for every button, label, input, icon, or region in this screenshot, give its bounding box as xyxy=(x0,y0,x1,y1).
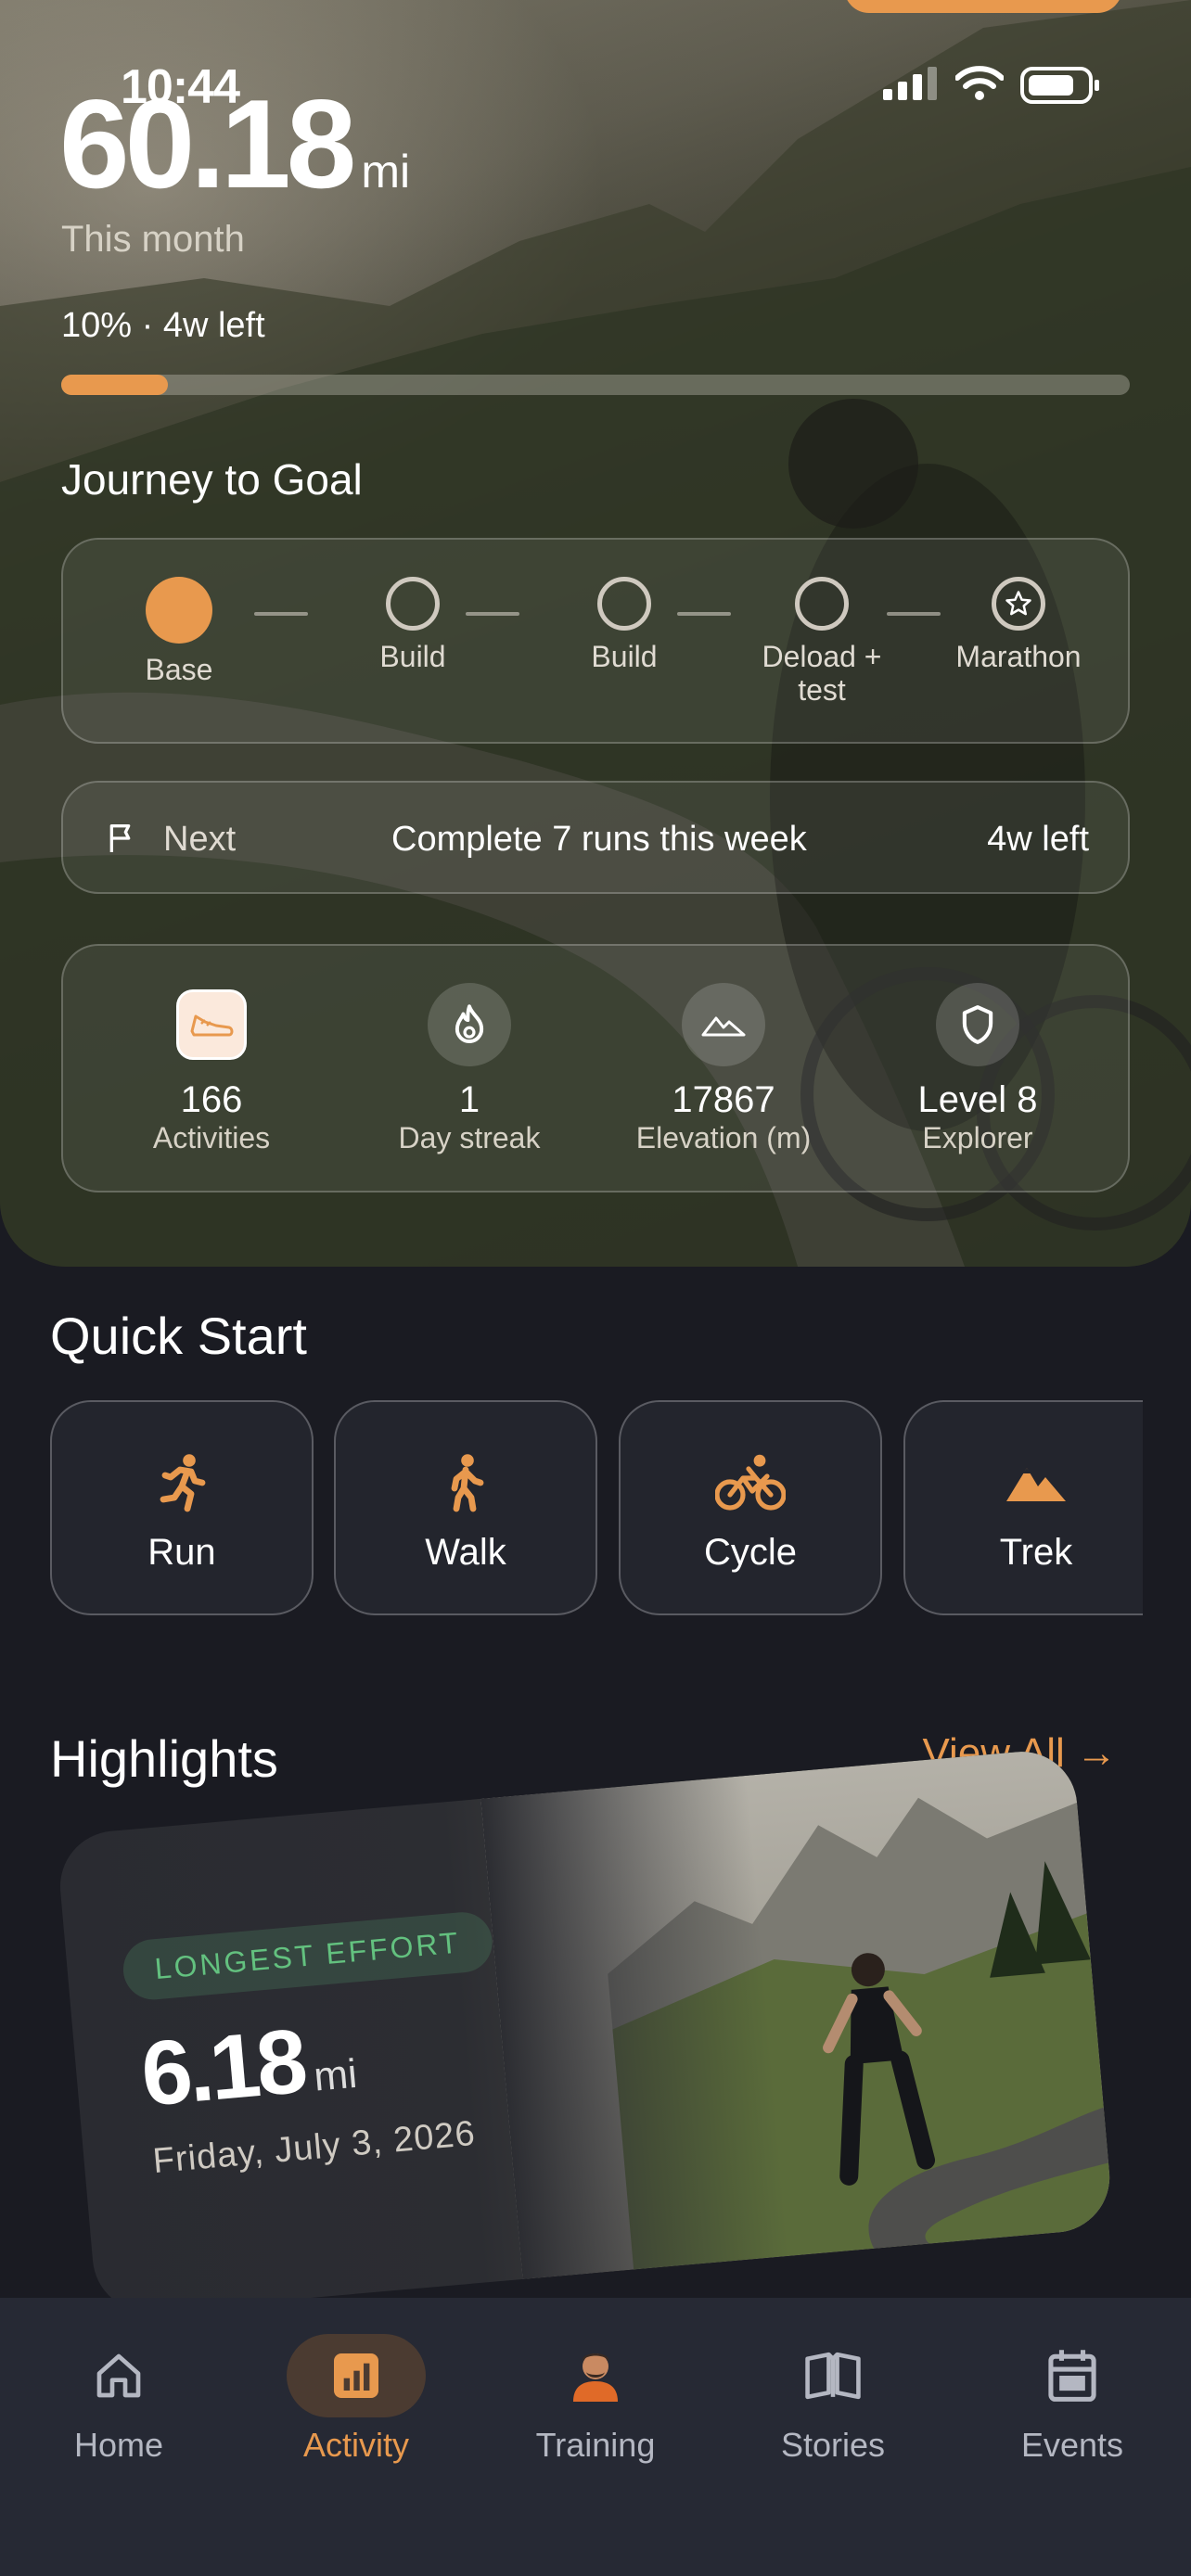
highlight-card-longest-effort[interactable]: LONGEST EFFORT 6.18 mi Friday, July 3, 20… xyxy=(56,1747,1115,2317)
stats-summary: 166 Activities 1 Day streak 17867 Elevat… xyxy=(61,944,1130,1192)
stat-value: 17867 xyxy=(672,1079,775,1120)
stat-activities[interactable]: 166 Activities xyxy=(91,983,332,1155)
stat-level[interactable]: Level 8 Explorer xyxy=(857,983,1098,1155)
step-pending-dot xyxy=(386,577,440,631)
cycle-icon xyxy=(621,1450,880,1515)
quick-start-label: Run xyxy=(147,1532,216,1573)
journey-step-deload[interactable]: Deload + test xyxy=(729,577,915,707)
book-icon xyxy=(731,2339,935,2413)
journey-stepper: Base Build Build Deload + test Marathon xyxy=(61,538,1130,744)
goal-progress-bar xyxy=(61,375,1130,395)
stat-value: 166 xyxy=(180,1079,243,1120)
highlight-date: Friday, July 3, 2026 xyxy=(151,2113,478,2182)
highlight-unit: mi xyxy=(312,2050,359,2100)
quick-start-label: Trek xyxy=(999,1532,1073,1573)
journey-step-marathon[interactable]: Marathon xyxy=(944,577,1093,673)
next-goal-banner[interactable]: Next Complete 7 runs this week 4w left xyxy=(61,781,1130,894)
star-icon xyxy=(992,577,1045,631)
step-label: Build xyxy=(379,640,446,673)
step-complete-dot xyxy=(146,577,212,644)
step-label: Build xyxy=(591,640,658,673)
highlight-value: 6.18 xyxy=(136,2009,308,2125)
stat-streak[interactable]: 1 Day streak xyxy=(349,983,590,1155)
period-label: This month xyxy=(61,219,245,260)
quick-start-title: Quick Start xyxy=(50,1307,307,1365)
calendar-icon xyxy=(970,2339,1174,2413)
stat-label: Explorer xyxy=(922,1121,1033,1154)
next-message: Complete 7 runs this week xyxy=(391,820,807,859)
journey-step-base[interactable]: Base xyxy=(119,577,239,686)
home-icon xyxy=(17,2339,221,2413)
battery-icon xyxy=(1020,67,1099,104)
step-label: Marathon xyxy=(955,640,1082,673)
tab-label: Home xyxy=(73,2426,164,2464)
hero-header: 10:44 60.18mi This month 10% · 4w left xyxy=(0,0,1191,1267)
step-connector xyxy=(466,612,519,616)
distance-unit: mi xyxy=(361,146,411,198)
journey-step-build-1[interactable]: Build xyxy=(352,577,473,673)
quick-start-cycle[interactable]: Cycle xyxy=(619,1400,882,1615)
trek-icon xyxy=(905,1450,1143,1515)
step-label: Deload + test xyxy=(762,640,882,707)
distance-value: 60.18 xyxy=(59,73,356,214)
goal-progress-text: 10% · 4w left xyxy=(61,306,265,345)
stat-label: Day streak xyxy=(398,1121,541,1154)
step-connector xyxy=(677,612,731,616)
tab-training[interactable]: Training xyxy=(493,2339,698,2465)
shield-icon xyxy=(936,983,1019,1066)
tab-home[interactable]: Home xyxy=(17,2339,221,2465)
next-time-left: 4w left xyxy=(987,820,1089,859)
bottom-tab-bar: Home Activity Training Stories Events xyxy=(0,2298,1191,2576)
stat-value: 1 xyxy=(458,1079,480,1120)
stat-label: Elevation (m) xyxy=(635,1121,812,1154)
coach-avatar-icon xyxy=(493,2339,698,2413)
step-connector xyxy=(254,612,308,616)
monthly-distance: 60.18 mi xyxy=(59,81,411,207)
runner-landscape-image xyxy=(480,1747,1115,2279)
highlight-badge: LONGEST EFFORT xyxy=(121,1909,495,2003)
tab-label: Stories xyxy=(780,2426,886,2464)
signal-icon xyxy=(883,67,937,100)
top-action-pill[interactable] xyxy=(844,0,1122,13)
flame-icon xyxy=(428,983,511,1066)
tab-label: Activity xyxy=(302,2426,409,2464)
stat-elevation[interactable]: 17867 Elevation (m) xyxy=(603,983,844,1155)
goal-progress-fill xyxy=(61,375,169,395)
wifi-icon xyxy=(955,66,1004,100)
activity-icon xyxy=(254,2334,458,2417)
step-label: Base xyxy=(145,653,213,686)
quick-start-run[interactable]: Run xyxy=(50,1400,314,1615)
next-label: Next xyxy=(163,820,237,859)
tab-activity[interactable]: Activity xyxy=(254,2334,458,2465)
quick-start-trek[interactable]: Trek xyxy=(903,1400,1143,1615)
run-icon xyxy=(52,1450,312,1515)
tab-events[interactable]: Events xyxy=(970,2339,1174,2465)
journey-step-build-2[interactable]: Build xyxy=(564,577,685,673)
shoe-icon xyxy=(170,983,253,1066)
quick-start-walk[interactable]: Walk xyxy=(334,1400,597,1615)
step-pending-dot xyxy=(795,577,849,631)
activity-screen: 10:44 60.18mi This month 10% · 4w left xyxy=(0,0,1191,2576)
tab-label: Events xyxy=(1020,2426,1124,2464)
highlights-title: Highlights xyxy=(50,1729,278,1788)
mountain-icon xyxy=(682,983,765,1066)
quick-start-label: Walk xyxy=(425,1532,506,1573)
flag-icon xyxy=(109,824,131,852)
tab-stories[interactable]: Stories xyxy=(731,2339,935,2465)
walk-icon xyxy=(336,1450,596,1515)
step-connector xyxy=(887,612,941,616)
tab-label: Training xyxy=(535,2426,656,2464)
journey-title: Journey to Goal xyxy=(61,455,363,504)
step-pending-dot xyxy=(597,577,651,631)
stat-label: Activities xyxy=(152,1121,271,1154)
highlight-distance: 6.18 mi xyxy=(137,2004,360,2127)
stat-value: Level 8 xyxy=(917,1079,1038,1120)
quick-start-label: Cycle xyxy=(703,1532,798,1573)
